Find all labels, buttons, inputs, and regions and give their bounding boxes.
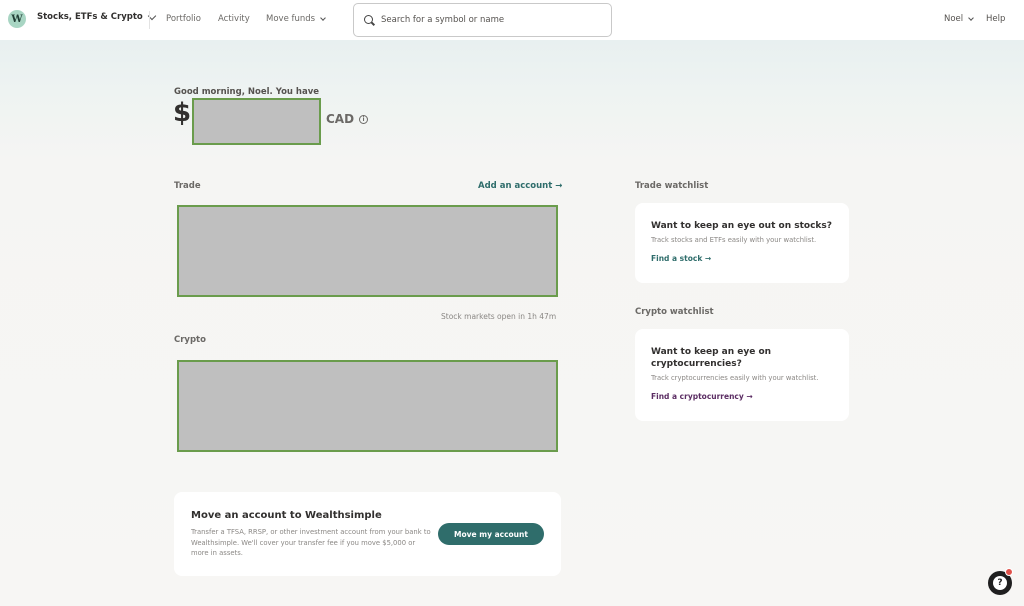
search-input[interactable] [381,15,601,25]
trade-watchlist-title: Want to keep an eye out on stocks? [651,221,832,231]
crypto-watchlist-card: Want to keep an eye on cryptocurrencies?… [635,329,849,421]
trade-accounts-redacted [177,205,558,297]
crypto-watchlist-title: Want to keep an eye on cryptocurrencies? [651,347,772,369]
notification-dot [1005,568,1013,576]
crypto-section-label: Crypto [174,335,206,345]
crypto-accounts-redacted [177,360,558,452]
user-menu[interactable]: Noel [944,14,974,24]
trade-watchlist-card: Want to keep an eye out on stocks? Track… [635,203,849,283]
user-name: Noel [944,14,964,24]
product-switcher-label: Stocks, ETFs & Crypto [37,12,143,22]
search-box[interactable] [353,3,612,37]
balance-redacted [192,98,321,145]
help-link[interactable]: Help [986,14,1005,24]
trade-watchlist-label: Trade watchlist [635,181,709,191]
nav-activity[interactable]: Activity [218,14,250,24]
move-account-description: Transfer a TFSA, RRSP, or other investme… [191,528,431,557]
crypto-watchlist-label: Crypto watchlist [635,307,714,317]
greeting-text: Good morning, Noel. You have [174,87,320,97]
crypto-watchlist-subtitle: Track cryptocurrencies easily with your … [651,374,819,382]
top-navigation-bar: W Stocks, ETFs & Crypto Portfolio Activi… [0,0,1024,40]
nav-divider [149,11,150,29]
search-icon [364,14,375,26]
add-account-link[interactable]: Add an account → [478,181,562,191]
currency-symbol: $ [173,98,192,128]
move-account-card: Move an account to Wealthsimple Transfer… [174,492,561,576]
find-cryptocurrency-link[interactable]: Find a cryptocurrency → [651,392,753,401]
trade-section-label: Trade [174,181,201,191]
nav-move-funds-label: Move funds [266,14,316,24]
nav-move-funds[interactable]: Move funds [266,14,326,24]
currency-label: CAD i [326,112,369,126]
find-stock-link[interactable]: Find a stock → [651,254,711,263]
nav-portfolio[interactable]: Portfolio [166,14,201,24]
wealthsimple-logo[interactable]: W [8,10,26,28]
market-status: Stock markets open in 1h 47m [441,312,557,321]
move-my-account-button[interactable]: Move my account [438,523,544,545]
info-icon[interactable]: i [359,114,369,124]
trade-watchlist-subtitle: Track stocks and ETFs easily with your w… [651,236,817,244]
move-account-title: Move an account to Wealthsimple [191,510,382,521]
question-icon: ? [993,576,1007,590]
product-switcher[interactable]: Stocks, ETFs & Crypto [37,11,156,22]
chevron-down-icon [968,14,974,21]
chevron-down-icon [320,14,326,21]
currency-code: CAD [326,112,355,126]
